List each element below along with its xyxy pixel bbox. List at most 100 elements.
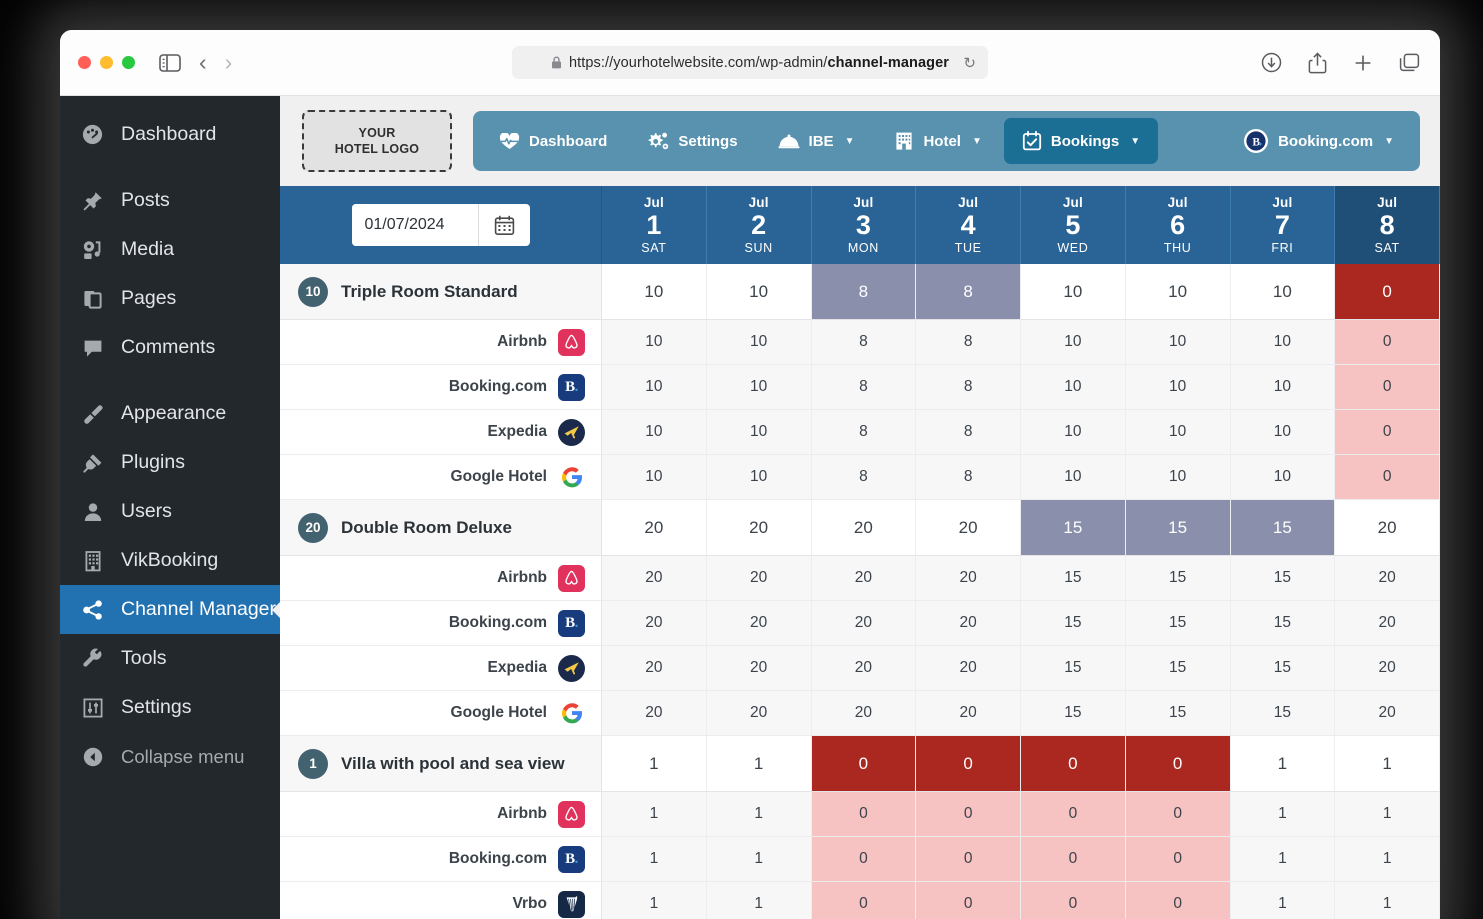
channel-row[interactable]: Airbnb 10 10 8 8 10 10 10 0 — [280, 320, 1440, 365]
channel-availability-cell[interactable]: 10 — [706, 320, 812, 364]
channel-availability-cell[interactable]: 15 — [1021, 601, 1126, 645]
channel-availability-cell[interactable]: 10 — [1125, 455, 1231, 499]
channel-availability-cell[interactable]: 20 — [811, 601, 917, 645]
channel-availability-cell[interactable]: 10 — [1021, 410, 1126, 454]
day-header[interactable]: Jul 3 MON — [811, 186, 917, 264]
channel-availability-cell[interactable]: 20 — [1335, 646, 1440, 690]
channel-availability-cell[interactable]: 0 — [811, 837, 917, 881]
channel-availability-cell[interactable]: 0 — [916, 792, 1021, 836]
channel-availability-cell[interactable]: 15 — [1125, 646, 1231, 690]
sidebar-item-collapse-menu[interactable]: Collapse menu — [60, 732, 280, 781]
channel-availability-cell[interactable]: 0 — [1125, 837, 1231, 881]
sidebar-item-vikbooking[interactable]: VikBooking — [60, 536, 280, 585]
channel-name-cell[interactable]: Expedia — [280, 646, 602, 690]
day-header[interactable]: Jul 7 FRI — [1230, 186, 1336, 264]
channel-availability-cell[interactable]: 20 — [811, 556, 917, 600]
channel-name-cell[interactable]: Airbnb — [280, 792, 602, 836]
channel-availability-cell[interactable]: 0 — [1021, 837, 1126, 881]
date-input[interactable] — [351, 204, 478, 246]
availability-cell[interactable]: 0 — [811, 736, 917, 791]
availability-cell[interactable]: 15 — [1230, 500, 1336, 555]
channel-name-cell[interactable]: Expedia — [280, 410, 602, 454]
channel-availability-cell[interactable]: 15 — [1021, 646, 1126, 690]
calendar-icon[interactable] — [477, 204, 530, 246]
channel-availability-cell[interactable]: 20 — [602, 601, 707, 645]
channel-availability-cell[interactable]: 1 — [602, 882, 707, 919]
channel-availability-cell[interactable]: 10 — [706, 410, 812, 454]
channel-availability-cell[interactable]: 15 — [1230, 691, 1336, 735]
availability-cell[interactable]: 10 — [1021, 264, 1126, 319]
channel-availability-cell[interactable]: 15 — [1230, 601, 1336, 645]
channel-row[interactable]: Vrbo 1 1 0 0 0 0 1 1 — [280, 882, 1440, 919]
availability-cell[interactable]: 8 — [916, 264, 1021, 319]
sidebar-item-tools[interactable]: Tools — [60, 634, 280, 683]
availability-cell[interactable]: 1 — [602, 736, 707, 791]
channel-name-cell[interactable]: Airbnb — [280, 556, 602, 600]
nav-pill-booking-com[interactable]: B Booking.com ▼ — [1225, 118, 1412, 164]
availability-cell[interactable]: 20 — [1335, 500, 1440, 555]
sidebar-item-channel-manager[interactable]: Channel Manager — [60, 585, 280, 634]
channel-availability-cell[interactable]: 0 — [1335, 455, 1440, 499]
maximize-window-button[interactable] — [122, 56, 135, 69]
availability-cell[interactable]: 10 — [706, 264, 812, 319]
availability-cell[interactable]: 15 — [1021, 500, 1126, 555]
forward-button[interactable]: › — [225, 51, 233, 74]
channel-availability-cell[interactable]: 1 — [1230, 837, 1336, 881]
address-bar[interactable]: https://yourhotelwebsite.com/wp-admin/ch… — [512, 46, 988, 79]
reload-button[interactable]: ↻ — [963, 54, 976, 72]
channel-availability-cell[interactable]: 20 — [916, 691, 1021, 735]
channel-availability-cell[interactable]: 20 — [706, 601, 812, 645]
channel-row[interactable]: Expedia 10 10 8 8 10 10 10 0 — [280, 410, 1440, 455]
availability-cell[interactable]: 1 — [706, 736, 812, 791]
channel-availability-cell[interactable]: 10 — [1021, 365, 1126, 409]
channel-availability-cell[interactable]: 8 — [916, 455, 1021, 499]
channel-availability-cell[interactable]: 20 — [916, 646, 1021, 690]
day-header[interactable]: Jul 1 SAT — [602, 186, 707, 264]
channel-availability-cell[interactable]: 10 — [602, 410, 707, 454]
channel-availability-cell[interactable]: 20 — [811, 646, 917, 690]
room-row[interactable]: 10 Triple Room Standard 10 10 8 8 10 10 10 0 — [280, 264, 1440, 320]
channel-availability-cell[interactable]: 10 — [1125, 410, 1231, 454]
channel-availability-cell[interactable]: 8 — [916, 320, 1021, 364]
channel-availability-cell[interactable]: 10 — [1230, 320, 1336, 364]
sidebar-item-settings[interactable]: Settings — [60, 683, 280, 732]
channel-name-cell[interactable]: Google Hotel — [280, 691, 602, 735]
availability-cell[interactable]: 20 — [916, 500, 1021, 555]
channel-availability-cell[interactable]: 10 — [1021, 320, 1126, 364]
room-name-cell[interactable]: 20 Double Room Deluxe — [280, 500, 602, 555]
window-controls[interactable] — [78, 56, 135, 69]
channel-availability-cell[interactable]: 20 — [602, 646, 707, 690]
availability-cell[interactable]: 15 — [1125, 500, 1231, 555]
channel-row[interactable]: Booking.com B. 10 10 8 8 10 10 10 0 — [280, 365, 1440, 410]
channel-availability-cell[interactable]: 10 — [1021, 455, 1126, 499]
sidebar-toggle-icon[interactable] — [157, 50, 183, 76]
sidebar-item-posts[interactable]: Posts — [60, 176, 280, 225]
sidebar-item-users[interactable]: Users — [60, 487, 280, 536]
channel-availability-cell[interactable]: 20 — [916, 601, 1021, 645]
sidebar-item-media[interactable]: Media — [60, 225, 280, 274]
availability-cell[interactable]: 8 — [811, 264, 917, 319]
channel-availability-cell[interactable]: 1 — [1230, 792, 1336, 836]
channel-availability-cell[interactable]: 20 — [706, 556, 812, 600]
channel-availability-cell[interactable]: 15 — [1125, 691, 1231, 735]
channel-row[interactable]: Airbnb 1 1 0 0 0 0 1 1 — [280, 792, 1440, 837]
channel-availability-cell[interactable]: 10 — [1125, 320, 1231, 364]
channel-availability-cell[interactable]: 10 — [1230, 365, 1336, 409]
channel-row[interactable]: Google Hotel 10 10 8 8 10 10 10 0 — [280, 455, 1440, 500]
channel-availability-cell[interactable]: 15 — [1021, 556, 1126, 600]
channel-availability-cell[interactable]: 20 — [1335, 556, 1440, 600]
channel-row[interactable]: Expedia 20 20 20 20 15 15 15 20 — [280, 646, 1440, 691]
channel-availability-cell[interactable]: 0 — [916, 882, 1021, 919]
channel-availability-cell[interactable]: 20 — [602, 556, 707, 600]
availability-cell[interactable]: 1 — [1335, 736, 1440, 791]
channel-availability-cell[interactable]: 0 — [1021, 882, 1126, 919]
day-header[interactable]: Jul 8 SAT — [1335, 186, 1440, 264]
channel-availability-cell[interactable]: 0 — [811, 792, 917, 836]
availability-cell[interactable]: 1 — [1230, 736, 1336, 791]
channel-availability-cell[interactable]: 8 — [811, 365, 917, 409]
channel-availability-cell[interactable]: 20 — [602, 691, 707, 735]
sidebar-item-plugins[interactable]: Plugins — [60, 438, 280, 487]
channel-availability-cell[interactable]: 8 — [916, 410, 1021, 454]
channel-availability-cell[interactable]: 15 — [1230, 646, 1336, 690]
channel-availability-cell[interactable]: 10 — [706, 455, 812, 499]
